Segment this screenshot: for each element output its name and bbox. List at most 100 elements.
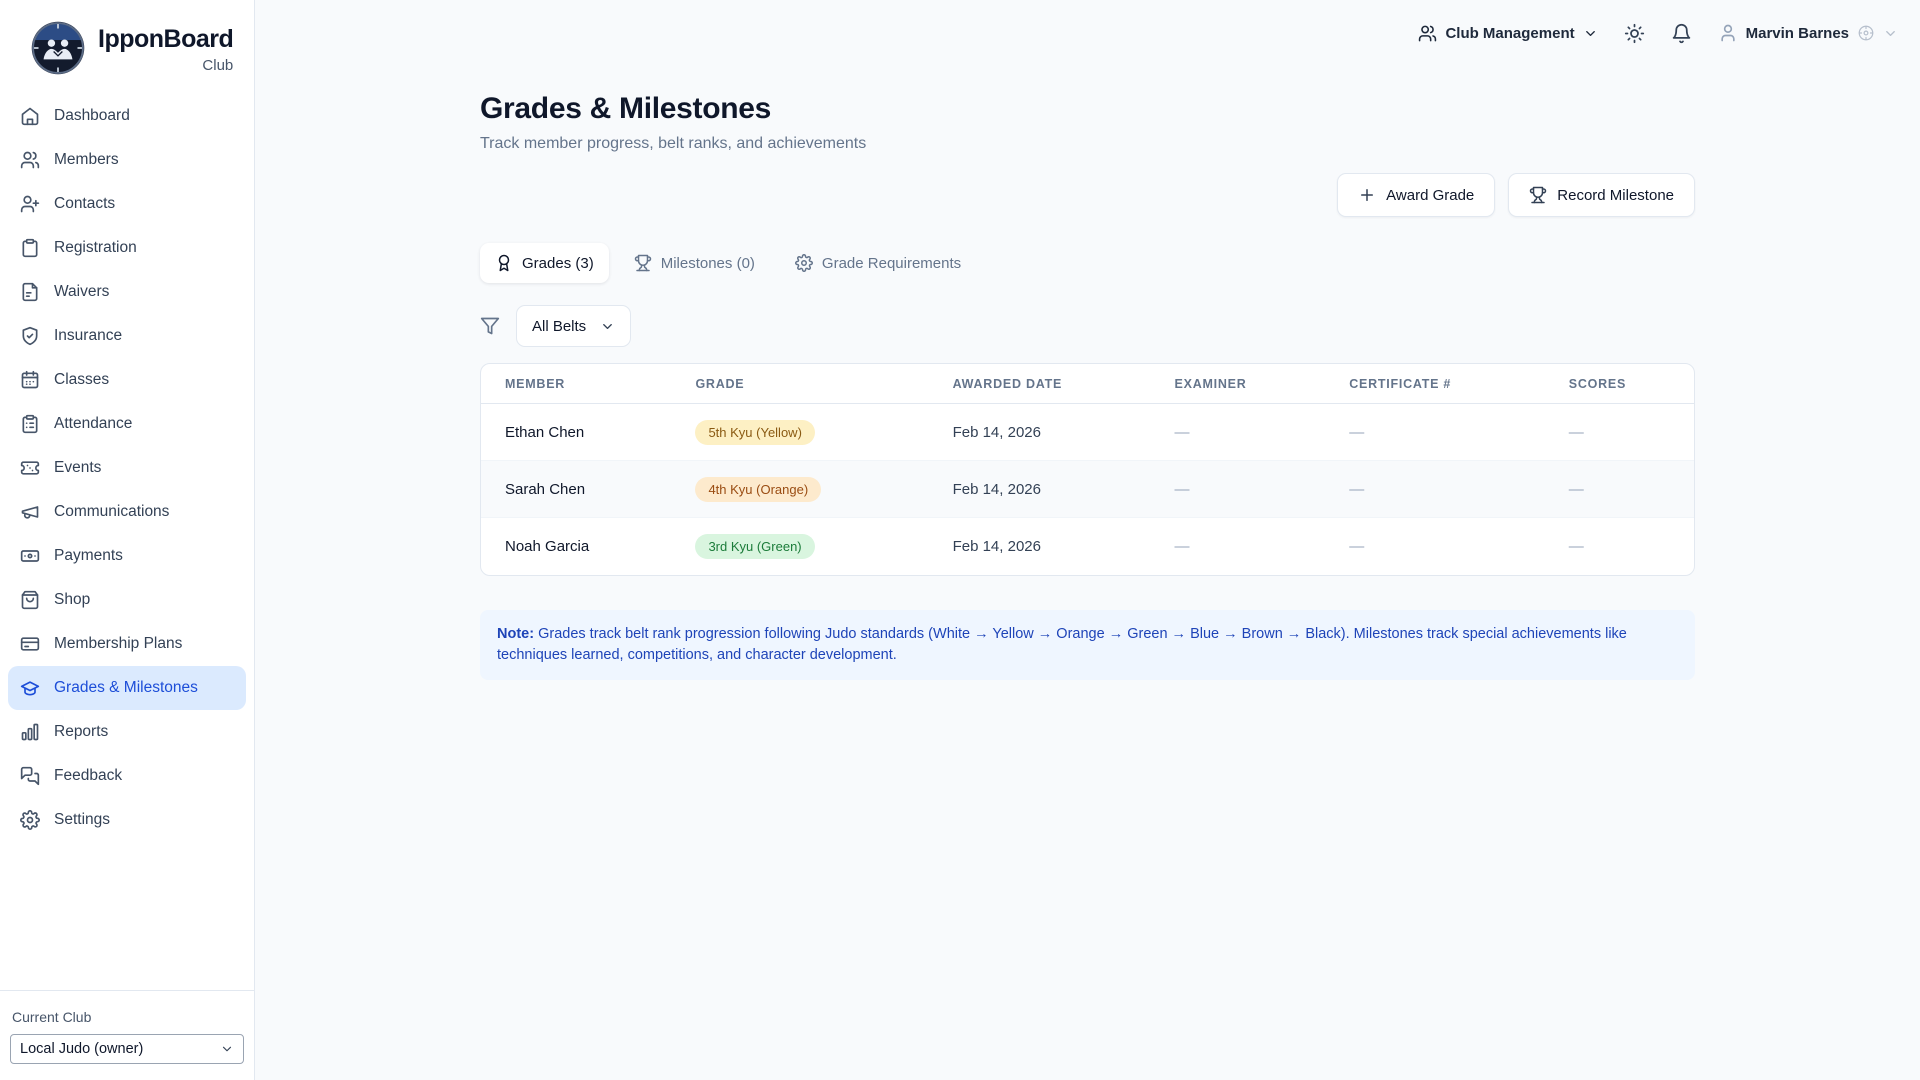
sidebar-item-events[interactable]: Events (8, 446, 246, 490)
grades-table-card: Member Grade Awarded Date Examiner Certi… (480, 363, 1695, 576)
sidebar-item-registration[interactable]: Registration (8, 226, 246, 270)
record-milestone-label: Record Milestone (1557, 187, 1674, 204)
chevron-down-icon (1583, 26, 1598, 41)
grades-table: Member Grade Awarded Date Examiner Certi… (481, 364, 1694, 575)
sidebar-item-settings[interactable]: Settings (8, 798, 246, 842)
sidebar-item-insurance[interactable]: Insurance (8, 314, 246, 358)
column-header-scores: Scores (1545, 364, 1694, 404)
sidebar-item-label: Feedback (54, 767, 122, 785)
sidebar-item-shop[interactable]: Shop (8, 578, 246, 622)
chevron-down-icon (1883, 26, 1898, 41)
users-icon (20, 150, 40, 170)
app-root: IpponBoard Club Dashboard Members Contac… (0, 0, 1920, 1080)
column-header-certificate: Certificate # (1325, 364, 1545, 404)
sidebar-item-contacts[interactable]: Contacts (8, 182, 246, 226)
table-row: Noah Garcia 3rd Kyu (Green) Feb 14, 2026… (481, 518, 1694, 575)
grade-badge: 3rd Kyu (Green) (695, 534, 814, 559)
sidebar-item-members[interactable]: Members (8, 138, 246, 182)
sidebar-item-label: Classes (54, 371, 109, 389)
shield-check-icon (20, 326, 40, 346)
page-title: Grades & Milestones (480, 92, 1695, 126)
sidebar-item-feedback[interactable]: Feedback (8, 754, 246, 798)
notifications-button[interactable] (1671, 23, 1692, 44)
sidebar-item-membership-plans[interactable]: Membership Plans (8, 622, 246, 666)
award-icon (495, 254, 513, 272)
sidebar-item-label: Reports (54, 723, 108, 741)
trophy-icon (1529, 186, 1547, 204)
tab-grades[interactable]: Grades (3) (480, 243, 609, 283)
main-area: Club Management Marvin Barnes Grades & M… (255, 0, 1920, 1080)
tab-milestones[interactable]: Milestones (0) (619, 243, 770, 283)
tab-label: Milestones (0) (661, 255, 755, 272)
sidebar-item-label: Shop (54, 591, 90, 609)
member-name: Sarah Chen (481, 461, 671, 518)
awarded-date: Feb 14, 2026 (929, 404, 1151, 461)
sidebar-item-label: Grades & Milestones (54, 679, 198, 697)
sun-icon (1624, 23, 1645, 44)
note-label: Note: (497, 626, 534, 642)
examiner-value: — (1151, 404, 1326, 461)
shopping-bag-icon (20, 590, 40, 610)
chevron-down-icon (600, 319, 615, 334)
file-text-icon (20, 282, 40, 302)
sidebar-item-label: Membership Plans (54, 635, 182, 653)
current-club-value: Local Judo (owner) (20, 1041, 143, 1057)
ipponboard-logo-icon (30, 20, 86, 76)
sidebar-item-payments[interactable]: Payments (8, 534, 246, 578)
topbar: Club Management Marvin Barnes (255, 0, 1920, 66)
trophy-icon (634, 254, 652, 272)
examiner-value: — (1151, 518, 1326, 575)
sidebar-footer: Current Club Local Judo (owner) (0, 990, 254, 1080)
credit-card-icon (20, 634, 40, 654)
sidebar-item-reports[interactable]: Reports (8, 710, 246, 754)
sidebar-item-label: Attendance (54, 415, 132, 433)
awarded-date: Feb 14, 2026 (929, 518, 1151, 575)
user-icon (1718, 23, 1738, 43)
grade-badge: 4th Kyu (Orange) (695, 477, 821, 502)
belt-filter-select[interactable]: All Belts (516, 305, 631, 347)
grade-badge: 5th Kyu (Yellow) (695, 420, 814, 445)
column-header-member: Member (481, 364, 671, 404)
certificate-value: — (1325, 518, 1545, 575)
column-header-examiner: Examiner (1151, 364, 1326, 404)
page-content: Grades & Milestones Track member progres… (480, 66, 1695, 680)
page-subtitle: Track member progress, belt ranks, and a… (480, 135, 1695, 153)
certificate-value: — (1325, 461, 1545, 518)
sidebar-item-label: Settings (54, 811, 110, 829)
certificate-value: — (1325, 404, 1545, 461)
record-milestone-button[interactable]: Record Milestone (1508, 173, 1695, 217)
table-row: Ethan Chen 5th Kyu (Yellow) Feb 14, 2026… (481, 404, 1694, 461)
banknote-icon (20, 546, 40, 566)
sidebar-item-grades-milestones[interactable]: Grades & Milestones (8, 666, 246, 710)
tab-grade-requirements[interactable]: Grade Requirements (780, 243, 976, 283)
sidebar-item-attendance[interactable]: Attendance (8, 402, 246, 446)
gear-icon (20, 810, 40, 830)
filter-row: All Belts (480, 305, 1695, 347)
sidebar-item-label: Registration (54, 239, 137, 257)
sidebar-item-label: Payments (54, 547, 123, 565)
club-management-dropdown[interactable]: Club Management (1418, 24, 1597, 43)
info-note: Note: Grades track belt rank progression… (480, 610, 1695, 680)
sidebar-item-classes[interactable]: Classes (8, 358, 246, 402)
sidebar-item-waivers[interactable]: Waivers (8, 270, 246, 314)
sidebar-item-communications[interactable]: Communications (8, 490, 246, 534)
calendar-icon (20, 370, 40, 390)
tab-label: Grades (3) (522, 255, 594, 272)
award-grade-label: Award Grade (1386, 187, 1474, 204)
sidebar-item-label: Waivers (54, 283, 109, 301)
table-row: Sarah Chen 4th Kyu (Orange) Feb 14, 2026… (481, 461, 1694, 518)
sidebar-item-dashboard[interactable]: Dashboard (8, 94, 246, 138)
current-club-select[interactable]: Local Judo (owner) (10, 1034, 244, 1064)
clipboard-list-icon (20, 414, 40, 434)
note-text: Grades track belt rank progression follo… (497, 626, 1627, 663)
sidebar-item-label: Insurance (54, 327, 122, 345)
user-menu[interactable]: Marvin Barnes (1718, 23, 1898, 43)
award-grade-button[interactable]: Award Grade (1337, 173, 1495, 217)
column-header-grade: Grade (671, 364, 928, 404)
gear-icon (795, 254, 813, 272)
brand-subtitle: Club (202, 57, 233, 74)
theme-toggle-button[interactable] (1624, 23, 1645, 44)
tab-label: Grade Requirements (822, 255, 961, 272)
clipboard-icon (20, 238, 40, 258)
graduation-cap-icon (20, 678, 40, 698)
